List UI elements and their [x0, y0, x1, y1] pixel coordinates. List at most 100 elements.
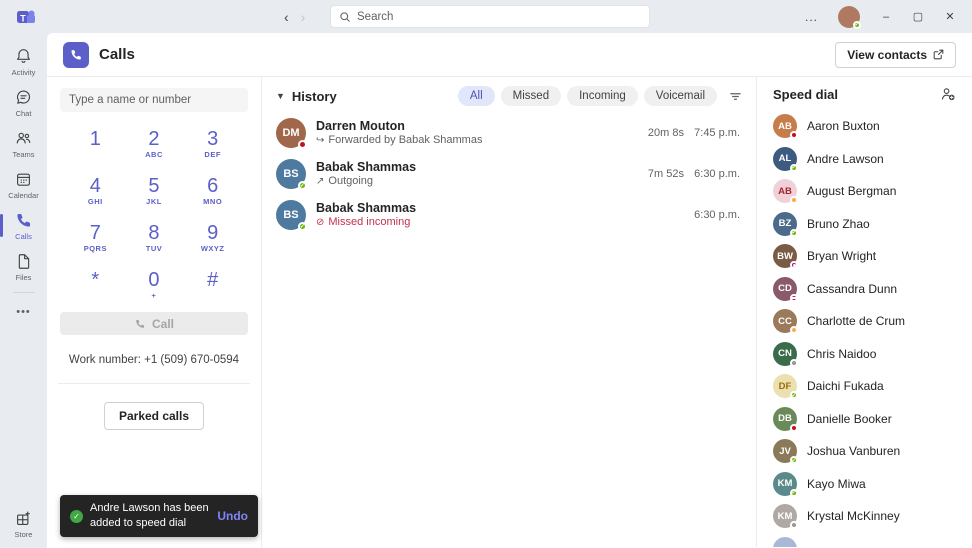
- presence-badge: [790, 326, 798, 335]
- history-entry[interactable]: BS Babak Shammas Outgoing: [262, 153, 756, 194]
- dialpad-key-digit: 2: [148, 128, 160, 150]
- sidebar-item-files[interactable]: Files: [0, 246, 47, 287]
- search-input[interactable]: [357, 10, 641, 23]
- rail-divider: [12, 292, 35, 293]
- svg-text:T: T: [20, 14, 26, 24]
- avatar-initials: BZ: [778, 218, 792, 230]
- sidebar-item-calendar[interactable]: Calendar: [0, 164, 47, 205]
- call-button[interactable]: Call: [60, 312, 248, 335]
- store-icon: [14, 509, 33, 528]
- dialpad-key[interactable]: *: [66, 269, 125, 303]
- dialpad: 1 2 ABC 3 DEF 4 GHI 5 JKL 6 MNO 7 PQRS 8…: [66, 128, 242, 303]
- speed-dial-contact[interactable]: AB Aaron Buxton: [757, 110, 972, 143]
- speed-dial-contact[interactable]: AB August Bergman: [757, 175, 972, 208]
- dialpad-key-letters: WXYZ: [200, 244, 225, 253]
- phone-icon: [134, 318, 146, 330]
- presence-badge: [790, 391, 798, 400]
- dialpad-key[interactable]: 9 WXYZ: [183, 222, 242, 256]
- sidebar-item-teams[interactable]: Teams: [0, 123, 47, 164]
- speed-dial-list: AB Aaron Buxton AL Andre Lawson: [757, 110, 972, 547]
- chat-icon: [14, 88, 33, 107]
- contact-name: Daichi Fukada: [807, 379, 884, 394]
- filter-icon[interactable]: [729, 90, 742, 103]
- phone-icon: [14, 211, 33, 230]
- search-icon: [339, 11, 351, 23]
- speed-dial-contact[interactable]: DF Daichi Fukada: [757, 370, 972, 403]
- history-filter-chip[interactable]: Missed: [500, 86, 562, 106]
- history-filter-chip[interactable]: All: [457, 86, 495, 106]
- dialpad-key-digit: 3: [207, 128, 219, 150]
- back-button[interactable]: ‹: [284, 9, 289, 25]
- dialpad-key[interactable]: 6 MNO: [183, 175, 242, 209]
- dialpad-key-digit: 0: [148, 269, 160, 291]
- dialpad-key[interactable]: #: [183, 269, 242, 303]
- history-entry-name: Darren Mouton: [316, 119, 405, 133]
- speed-dial-contact[interactable]: CD Cassandra Dunn: [757, 273, 972, 306]
- avatar: CD: [773, 276, 798, 302]
- speed-dial-contact[interactable]: AL Andre Lawson: [757, 143, 972, 176]
- speed-dial-contact[interactable]: CC Charlotte de Crum: [757, 305, 972, 338]
- avatar: AB: [773, 179, 798, 205]
- dialpad-panel: 1 2 ABC 3 DEF: [47, 77, 262, 547]
- speed-dial-contact[interactable]: JV Joshua Vanburen: [757, 435, 972, 468]
- dialpad-key[interactable]: 0 +: [125, 269, 184, 303]
- dialpad-key[interactable]: 5 JKL: [125, 175, 184, 209]
- speed-dial-contact[interactable]: KM Kayo Miwa: [757, 468, 972, 501]
- speed-dial-contact[interactable]: CN Chris Naidoo: [757, 338, 972, 371]
- history-list: DM Darren Mouton Forwarded by Babak Sham…: [262, 112, 756, 235]
- dialpad-key[interactable]: 3 DEF: [183, 128, 242, 162]
- user-avatar[interactable]: [838, 5, 861, 29]
- dialpad-key[interactable]: 4 GHI: [66, 175, 125, 209]
- sidebar-item-store[interactable]: Store: [0, 503, 47, 544]
- contact-name: Bryan Wright: [807, 249, 877, 264]
- call-time: 6:30 p.m.: [694, 208, 740, 221]
- dialpad-key[interactable]: 8 TUV: [125, 222, 184, 256]
- contact-name: Aaron Buxton: [807, 119, 880, 134]
- rail-more-apps-button[interactable]: •••: [16, 298, 31, 326]
- sidebar-item-calls[interactable]: Calls: [0, 205, 47, 246]
- dialpad-input[interactable]: [60, 88, 248, 112]
- call-type-icon: [316, 175, 324, 187]
- speed-dial-contact[interactable]: DB Danielle Booker: [757, 403, 972, 436]
- avatar: BZ: [773, 211, 798, 237]
- dialpad-key[interactable]: 1: [66, 128, 125, 162]
- minimize-button[interactable]: –: [872, 0, 900, 33]
- dialpad-key[interactable]: 2 ABC: [125, 128, 184, 162]
- avatar-initials: DM: [282, 126, 300, 139]
- sidebar-item-chat[interactable]: Chat: [0, 82, 47, 123]
- avatar-initials: BW: [777, 250, 793, 262]
- history-entry-detail: Missed incoming: [328, 216, 411, 228]
- contact-name: Kayo Miwa: [807, 476, 866, 491]
- history-entry-detail: Outgoing: [328, 175, 374, 187]
- history-filter-chip[interactable]: Incoming: [567, 86, 638, 106]
- speed-dial-contact[interactable]: BZ Bruno Zhao: [757, 208, 972, 241]
- call-time: 6:30 p.m.: [694, 167, 740, 180]
- history-entry[interactable]: BS Babak Shammas Missed incoming: [262, 194, 756, 235]
- speed-dial-contact[interactable]: [757, 533, 972, 547]
- dialpad-key-letters: TUV: [145, 244, 163, 253]
- speed-dial-title: Speed dial: [773, 86, 839, 102]
- speed-dial-contact[interactable]: KM Krystal McKinney: [757, 500, 972, 533]
- chevron-down-icon[interactable]: ▼: [276, 91, 285, 101]
- history-entry[interactable]: DM Darren Mouton Forwarded by Babak Sham…: [262, 112, 756, 153]
- search-bar[interactable]: [330, 5, 650, 28]
- speed-dial-contact[interactable]: BW Bryan Wright: [757, 240, 972, 273]
- dialpad-key-letters: +: [151, 291, 157, 300]
- view-contacts-button[interactable]: View contacts: [835, 41, 956, 68]
- maximize-button[interactable]: ▢: [904, 0, 932, 33]
- avatar: BW: [773, 244, 798, 270]
- close-button[interactable]: ✕: [936, 0, 964, 33]
- dialpad-key[interactable]: 7 PQRS: [66, 222, 125, 256]
- dialpad-key-digit: 4: [89, 175, 101, 197]
- history-filter-chip[interactable]: Voicemail: [643, 86, 717, 106]
- forward-button[interactable]: ›: [301, 9, 306, 25]
- add-person-icon[interactable]: [940, 86, 956, 102]
- undo-button[interactable]: Undo: [217, 509, 248, 523]
- parked-calls-button[interactable]: Parked calls: [103, 402, 205, 430]
- toast-message: Andre Lawson has been added to speed dia…: [90, 502, 209, 530]
- titlebar-more-button[interactable]: ...: [797, 10, 826, 24]
- presence-badge: [790, 358, 798, 367]
- avatar-initials: KM: [777, 510, 793, 522]
- avatar-initials: AB: [778, 120, 792, 132]
- sidebar-item-activity[interactable]: Activity: [0, 41, 47, 82]
